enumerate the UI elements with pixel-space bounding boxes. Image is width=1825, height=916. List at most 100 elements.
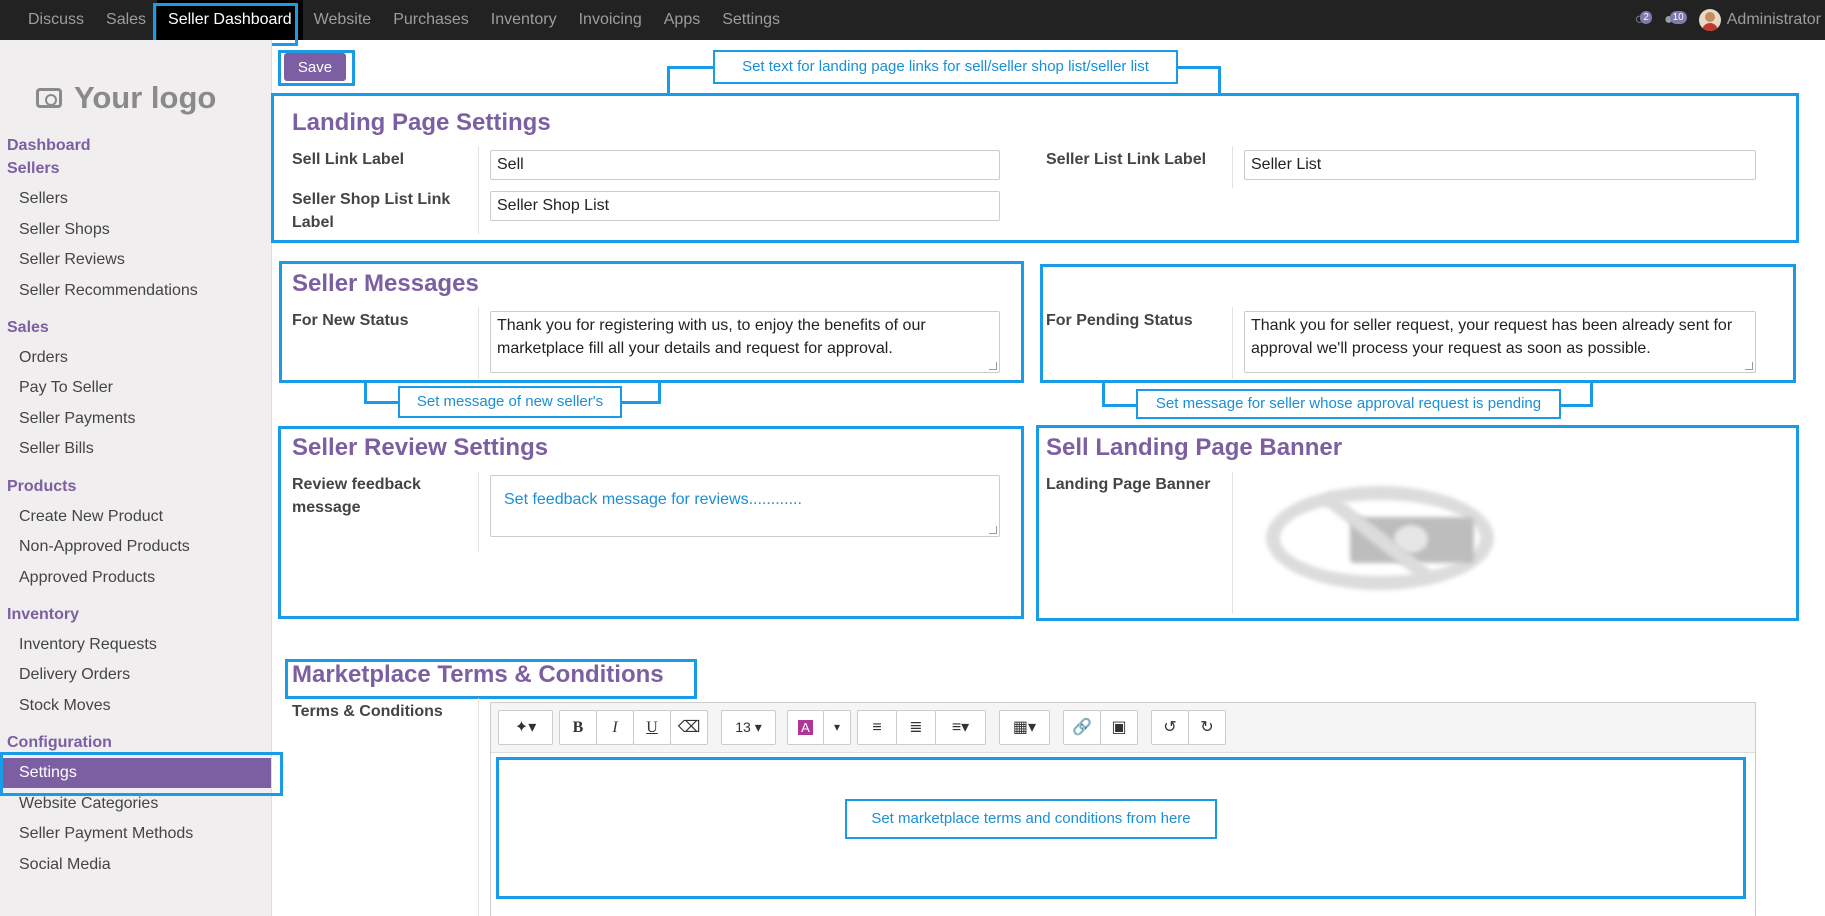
table-dropdown[interactable]: ▦▾ bbox=[999, 710, 1050, 745]
sidebar-item-seller-payment-methods[interactable]: Seller Payment Methods bbox=[19, 825, 193, 843]
sell-link-input[interactable]: Sell bbox=[490, 150, 1000, 180]
underline-button[interactable]: U bbox=[633, 710, 671, 745]
menu-inventory[interactable]: Inventory bbox=[480, 0, 568, 40]
review-feedback-textarea[interactable]: Set feedback message for reviews........… bbox=[490, 475, 1000, 537]
banner-section-title: Sell Landing Page Banner bbox=[1046, 434, 1343, 461]
font-color-button[interactable]: A bbox=[787, 710, 824, 745]
camera-icon bbox=[36, 88, 62, 108]
paragraph-dropdown[interactable]: ≡▾ bbox=[935, 710, 986, 745]
menu-settings[interactable]: Settings bbox=[711, 0, 791, 40]
seller-shop-list-input[interactable]: Seller Shop List bbox=[490, 191, 1000, 221]
bold-icon: B bbox=[572, 719, 584, 736]
sidebar-item-approved-products[interactable]: Approved Products bbox=[19, 569, 155, 587]
user-menu[interactable]: Administrator bbox=[1727, 11, 1821, 29]
eraser-icon: ⌫ bbox=[677, 719, 701, 736]
link-button[interactable]: 🔗 bbox=[1063, 710, 1101, 745]
avatar[interactable] bbox=[1698, 9, 1721, 31]
font-color-dropdown[interactable]: ▾ bbox=[823, 710, 851, 745]
sidebar-heading-dashboard[interactable]: Dashboard bbox=[7, 137, 91, 155]
image-button[interactable]: ▣ bbox=[1100, 710, 1138, 745]
align-left-icon: ≡▾ bbox=[951, 719, 970, 736]
undo-button[interactable]: ↺ bbox=[1151, 710, 1189, 745]
sidebar-heading-sellers[interactable]: Sellers bbox=[7, 160, 59, 178]
unordered-list-button[interactable]: ≡ bbox=[857, 710, 897, 745]
bold-button[interactable]: B bbox=[559, 710, 597, 745]
sidebar-item-website-categories[interactable]: Website Categories bbox=[19, 795, 158, 813]
sidebar-item-seller-reviews[interactable]: Seller Reviews bbox=[19, 251, 125, 269]
sidebar-item-non-approved-products[interactable]: Non-Approved Products bbox=[19, 538, 190, 556]
chat-button[interactable]: ○ 2 bbox=[1635, 10, 1652, 29]
sidebar-item-seller-recommendations[interactable]: Seller Recommendations bbox=[19, 282, 198, 300]
sidebar-item-delivery-orders[interactable]: Delivery Orders bbox=[19, 666, 130, 684]
seller-messages-title: Seller Messages bbox=[292, 270, 479, 297]
field-divider bbox=[478, 307, 479, 379]
sidebar-item-seller-bills[interactable]: Seller Bills bbox=[19, 440, 94, 458]
messages-button[interactable]: ● 10 bbox=[1664, 10, 1687, 29]
field-divider bbox=[478, 698, 479, 916]
menu-website[interactable]: Website bbox=[303, 0, 383, 40]
clear-format-button[interactable]: ⌫ bbox=[670, 710, 708, 745]
sidebar-item-create-new-product[interactable]: Create New Product bbox=[19, 508, 163, 526]
menu-sales[interactable]: Sales bbox=[95, 0, 157, 40]
sidebar-item-sellers[interactable]: Sellers bbox=[19, 190, 68, 208]
chat-count-badge: 2 bbox=[1640, 10, 1652, 24]
seller-shop-list-link-label: Seller Shop List Link Label bbox=[292, 191, 451, 231]
sidebar-item-stock-moves[interactable]: Stock Moves bbox=[19, 697, 111, 715]
sidebar-item-seller-shops[interactable]: Seller Shops bbox=[19, 221, 110, 239]
field-divider bbox=[1232, 146, 1233, 188]
font-color-icon: A bbox=[798, 720, 813, 735]
sidebar-heading-inventory[interactable]: Inventory bbox=[7, 606, 79, 624]
annotation-pending-note: Set message for seller whose approval re… bbox=[1136, 389, 1561, 419]
font-size-dropdown[interactable]: 13 ▾ bbox=[721, 710, 776, 745]
sidebar-item-social-media[interactable]: Social Media bbox=[19, 856, 111, 874]
image-icon: ▣ bbox=[1111, 719, 1127, 736]
annotation-new-seller-note: Set message of new seller's bbox=[398, 386, 622, 418]
table-icon: ▦▾ bbox=[1012, 719, 1037, 736]
annotation-landing-note: Set text for landing page links for sell… bbox=[713, 50, 1178, 84]
navbar-systray: ○ 2 ● 10 Administrator bbox=[1635, 0, 1825, 40]
caret-down-icon: ▾ bbox=[833, 720, 841, 734]
terms-section-title: Marketplace Terms & Conditions bbox=[292, 661, 664, 688]
seller-list-input[interactable]: Seller List bbox=[1244, 150, 1756, 180]
sidebar-item-seller-payments[interactable]: Seller Payments bbox=[19, 410, 136, 428]
pending-status-label: For Pending Status bbox=[1046, 312, 1193, 329]
sidebar-heading-configuration[interactable]: Configuration bbox=[7, 734, 112, 752]
list-ol-icon: ≣ bbox=[909, 719, 923, 736]
main-menu: Discuss Sales Seller Dashboard Website P… bbox=[17, 0, 791, 40]
landing-page-banner-label: Landing Page Banner bbox=[1046, 476, 1211, 493]
sell-link-label: Sell Link Label bbox=[292, 151, 405, 168]
logo-text: Your logo bbox=[74, 80, 217, 115]
redo-button[interactable]: ↻ bbox=[1188, 710, 1226, 745]
field-divider bbox=[1232, 307, 1233, 379]
undo-icon: ↺ bbox=[1163, 719, 1177, 736]
menu-invoicing[interactable]: Invoicing bbox=[568, 0, 653, 40]
field-divider bbox=[478, 146, 479, 234]
new-status-message-textarea[interactable]: Thank you for registering with us, to en… bbox=[490, 311, 1000, 373]
sidebar-heading-sales[interactable]: Sales bbox=[7, 319, 49, 337]
menu-purchases[interactable]: Purchases bbox=[382, 0, 480, 40]
menu-discuss[interactable]: Discuss bbox=[17, 0, 95, 40]
italic-button[interactable]: I bbox=[596, 710, 634, 745]
sidebar-item-pay-to-seller[interactable]: Pay To Seller bbox=[19, 379, 113, 397]
seller-review-settings-title: Seller Review Settings bbox=[292, 434, 549, 461]
annotation-terms-note: Set marketplace terms and conditions fro… bbox=[845, 799, 1217, 839]
annotation-save-highlight bbox=[278, 50, 355, 86]
review-feedback-label: Review feedback message bbox=[292, 476, 421, 516]
pending-status-message-textarea[interactable]: Thank you for seller request, your reque… bbox=[1244, 311, 1756, 373]
ordered-list-button[interactable]: ≣ bbox=[896, 710, 936, 745]
annotation-settings-highlight bbox=[0, 752, 283, 796]
message-count-badge: 10 bbox=[1669, 10, 1687, 24]
company-logo[interactable]: Your logo bbox=[36, 70, 216, 126]
editor-toolbar: ✦▾ B I U ⌫ 13 ▾ A ▾ ≡ ≣ ≡▾ ▦▾ 🔗 ▣ ↺ ↻ bbox=[491, 703, 1755, 753]
style-dropdown[interactable]: ✦▾ bbox=[498, 710, 553, 745]
menu-apps[interactable]: Apps bbox=[653, 0, 711, 40]
sidebar-heading-products[interactable]: Products bbox=[7, 478, 76, 496]
font-size-value: 13 bbox=[735, 719, 751, 735]
sidebar-item-orders[interactable]: Orders bbox=[19, 349, 68, 367]
field-divider bbox=[478, 472, 479, 552]
landing-section-title: Landing Page Settings bbox=[292, 109, 551, 136]
field-divider bbox=[1232, 472, 1233, 614]
redo-icon: ↻ bbox=[1200, 719, 1214, 736]
sidebar-item-inventory-requests[interactable]: Inventory Requests bbox=[19, 636, 157, 654]
list-ul-icon: ≡ bbox=[872, 719, 882, 736]
